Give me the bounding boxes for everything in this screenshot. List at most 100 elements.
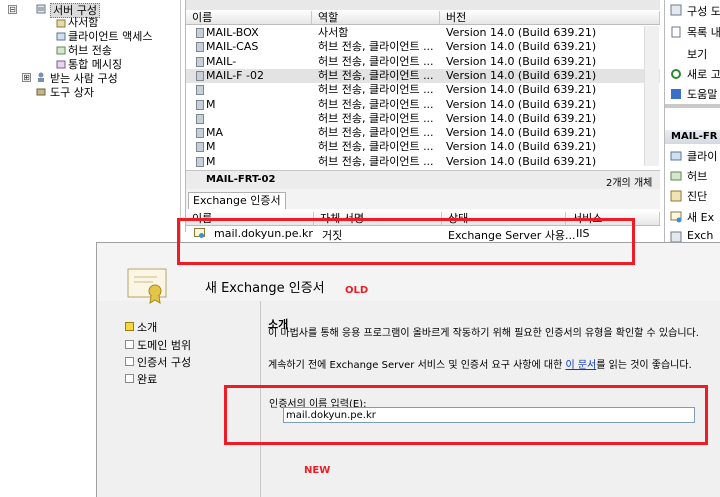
new-certificate-wizard: 새 Exchange 인증서 소개 도메인 범위 인증서 구성 완료 소개 이 …: [96, 242, 720, 497]
server-icon: [196, 42, 204, 53]
action-diagnostic[interactable]: 진단: [687, 188, 707, 204]
server-icon: [196, 156, 204, 167]
row-role: 허브 전송, 클라이언트 ...: [318, 97, 434, 111]
new-highlight-box: [224, 385, 708, 445]
diagnostic-icon: [670, 190, 682, 202]
server-icon: [196, 28, 204, 38]
action-exchange[interactable]: Exch: [687, 229, 713, 242]
table-row[interactable]: MAIL-CAS 허브 전송, 클라이언트 ... Version 14.0 (Bu…: [186, 40, 660, 54]
prerequisite-text: 계속하기 전에 Exchange Server 서비스 및 인증서 요구 사항에…: [268, 360, 566, 371]
row-version: Version 14.0 (Build 639.21): [446, 54, 597, 68]
tree-item-toolbox[interactable]: 도구 상자: [50, 86, 94, 99]
server-icon: [196, 128, 204, 139]
column-header-role[interactable]: 역할: [312, 11, 440, 25]
action-config[interactable]: 구성 도: [687, 3, 720, 19]
server-icon: [196, 142, 204, 153]
row-role: 허브 전송, 클라이언트 ...: [318, 140, 434, 154]
row-version: Version 14.0 (Build 639.21): [446, 126, 597, 140]
table-row[interactable]: MAIL-BOX 사서함 Version 14.0 (Build 639.21): [186, 26, 660, 40]
action-hub[interactable]: 허브: [687, 168, 707, 184]
document-link[interactable]: 이 문서: [565, 360, 596, 371]
step-intro-label: 소개: [137, 321, 158, 334]
table-row[interactable]: 허브 전송, 클라이언트 ... Version 14.0 (Build 639.…: [186, 112, 660, 126]
hub-transport-icon: [56, 46, 66, 55]
action-export-list[interactable]: 목록 내: [687, 24, 720, 40]
prerequisite-text-end: 를 읽는 것이 좋습니다.: [596, 360, 692, 371]
row-name: MA: [206, 126, 224, 140]
recipient-icon: [38, 72, 44, 82]
row-version: Version 14.0 (Build 639.21): [446, 97, 597, 111]
step-domain-scope-label: 도메인 범위: [137, 339, 192, 352]
selected-server-name: MAIL-FRT-02: [206, 174, 276, 185]
actions-splitter: [665, 104, 720, 108]
step-cert-config-label: 인증서 구성: [137, 356, 192, 369]
action-client[interactable]: 클라이: [687, 148, 717, 164]
intro-description: 이 마법사를 통해 응용 프로그램이 올바르게 작동하기 위해 필요한 인증서의…: [268, 328, 699, 339]
row-role: 허브 전송, 클라이언트 ...: [318, 154, 434, 168]
tree-item-hub-transport[interactable]: 허브 전송: [68, 44, 112, 57]
row-version: Version 14.0 (Build 639.21): [446, 40, 597, 54]
step-complete-label: 완료: [137, 373, 158, 386]
row-role: 사서함: [318, 26, 349, 39]
row-name: M: [206, 140, 216, 154]
client-access-icon: [56, 32, 66, 41]
tab-exchange-certificate[interactable]: Exchange 인증서: [188, 192, 286, 209]
column-header-version[interactable]: 버전: [440, 11, 660, 25]
object-count: 2개의 개체: [606, 178, 653, 189]
server-config-icon: [36, 4, 46, 14]
row-role: 허브 전송, 클라이언트 ...: [318, 111, 434, 125]
server-icon: [196, 85, 204, 96]
row-role: 허브 전송, 클라이언트 ...: [318, 126, 434, 140]
row-name: MAIL-F -02: [206, 68, 264, 82]
table-row[interactable]: M 허브 전송, 클라이언트 ... Version 14.0 (Build 639…: [186, 155, 660, 169]
prerequisite-note: 계속하기 전에 Exchange Server 서비스 및 인증서 요구 사항에…: [268, 360, 708, 372]
help-icon: [671, 89, 681, 99]
expand-expander[interactable]: ⊞: [22, 73, 31, 82]
toolbox-icon: [36, 88, 46, 96]
row-version: Version 14.0 (Build 639.21): [446, 68, 597, 82]
table-row[interactable]: MA 허브 전송, 클라이언트 ... Version 14.0 (Build 63…: [186, 126, 660, 140]
collapse-expander[interactable]: ⊟: [8, 5, 17, 14]
tree-item-recipient-config[interactable]: 받는 사람 구성: [50, 72, 118, 85]
row-version: Version 14.0 (Build 639.21): [446, 83, 597, 97]
row-role: 허브 전송, 클라이언트 ...: [318, 40, 434, 54]
mailbox-icon: [56, 19, 66, 28]
step-marker: [125, 357, 134, 366]
table-row[interactable]: MAIL-F -02 허브 전송, 클라이언트 ... Version 14.0 (…: [186, 68, 660, 83]
row-role: 허브 전송, 클라이언트 ...: [318, 83, 434, 97]
hub-icon: [670, 171, 682, 181]
action-help[interactable]: 도움말: [687, 86, 717, 102]
server-icon: [196, 70, 204, 81]
server-icon: [196, 99, 204, 110]
table-row[interactable]: M 허브 전송, 클라이언트 ... Version 14.0 (Build 639…: [186, 140, 660, 154]
row-version: Version 14.0 (Build 639.21): [446, 26, 597, 39]
tree-item-client-access[interactable]: 클라이언트 액세스: [68, 30, 152, 43]
tree-item-unified-messaging[interactable]: 통합 메시징: [68, 58, 122, 71]
unified-messaging-icon: [56, 60, 66, 69]
row-name: M: [206, 97, 216, 111]
certificate-wizard-icon: [127, 268, 167, 304]
action-new-certificate[interactable]: 새 Ex: [687, 209, 714, 225]
server-icon: [196, 56, 204, 67]
wizard-title: 새 Exchange 인증서: [205, 281, 325, 296]
client-icon: [670, 151, 682, 161]
table-row[interactable]: 허브 전송, 클라이언트 ... Version 14.0 (Build 639.…: [186, 83, 660, 97]
row-version: Version 14.0 (Build 639.21): [446, 154, 597, 168]
step-marker: [125, 374, 134, 383]
refresh-icon: [671, 69, 681, 79]
row-version: Version 14.0 (Build 639.21): [446, 140, 597, 154]
new-cert-icon: [670, 211, 682, 223]
tree-item-mailbox[interactable]: 사서함: [68, 16, 98, 29]
export-icon: [671, 26, 681, 38]
vertical-scrollbar[interactable]: [644, 26, 659, 166]
action-view[interactable]: 보기: [687, 46, 707, 62]
config-icon: [670, 4, 682, 16]
old-label: OLD: [345, 285, 369, 296]
table-row[interactable]: M 허브 전송, 클라이언트 ... Version 14.0 (Build 639…: [186, 98, 660, 112]
server-list-pane: 이름 역할 버전 MAIL-BOX 사서함 Version 14.0 (Build …: [185, 0, 660, 242]
action-refresh[interactable]: 새로 고: [687, 66, 720, 82]
list-top-border: [186, 0, 660, 10]
column-header-name[interactable]: 이름: [186, 11, 312, 25]
step-marker: [125, 340, 134, 349]
table-row[interactable]: MAIL- 허브 전송, 클라이언트 ... Version 14.0 (Build…: [186, 55, 660, 69]
